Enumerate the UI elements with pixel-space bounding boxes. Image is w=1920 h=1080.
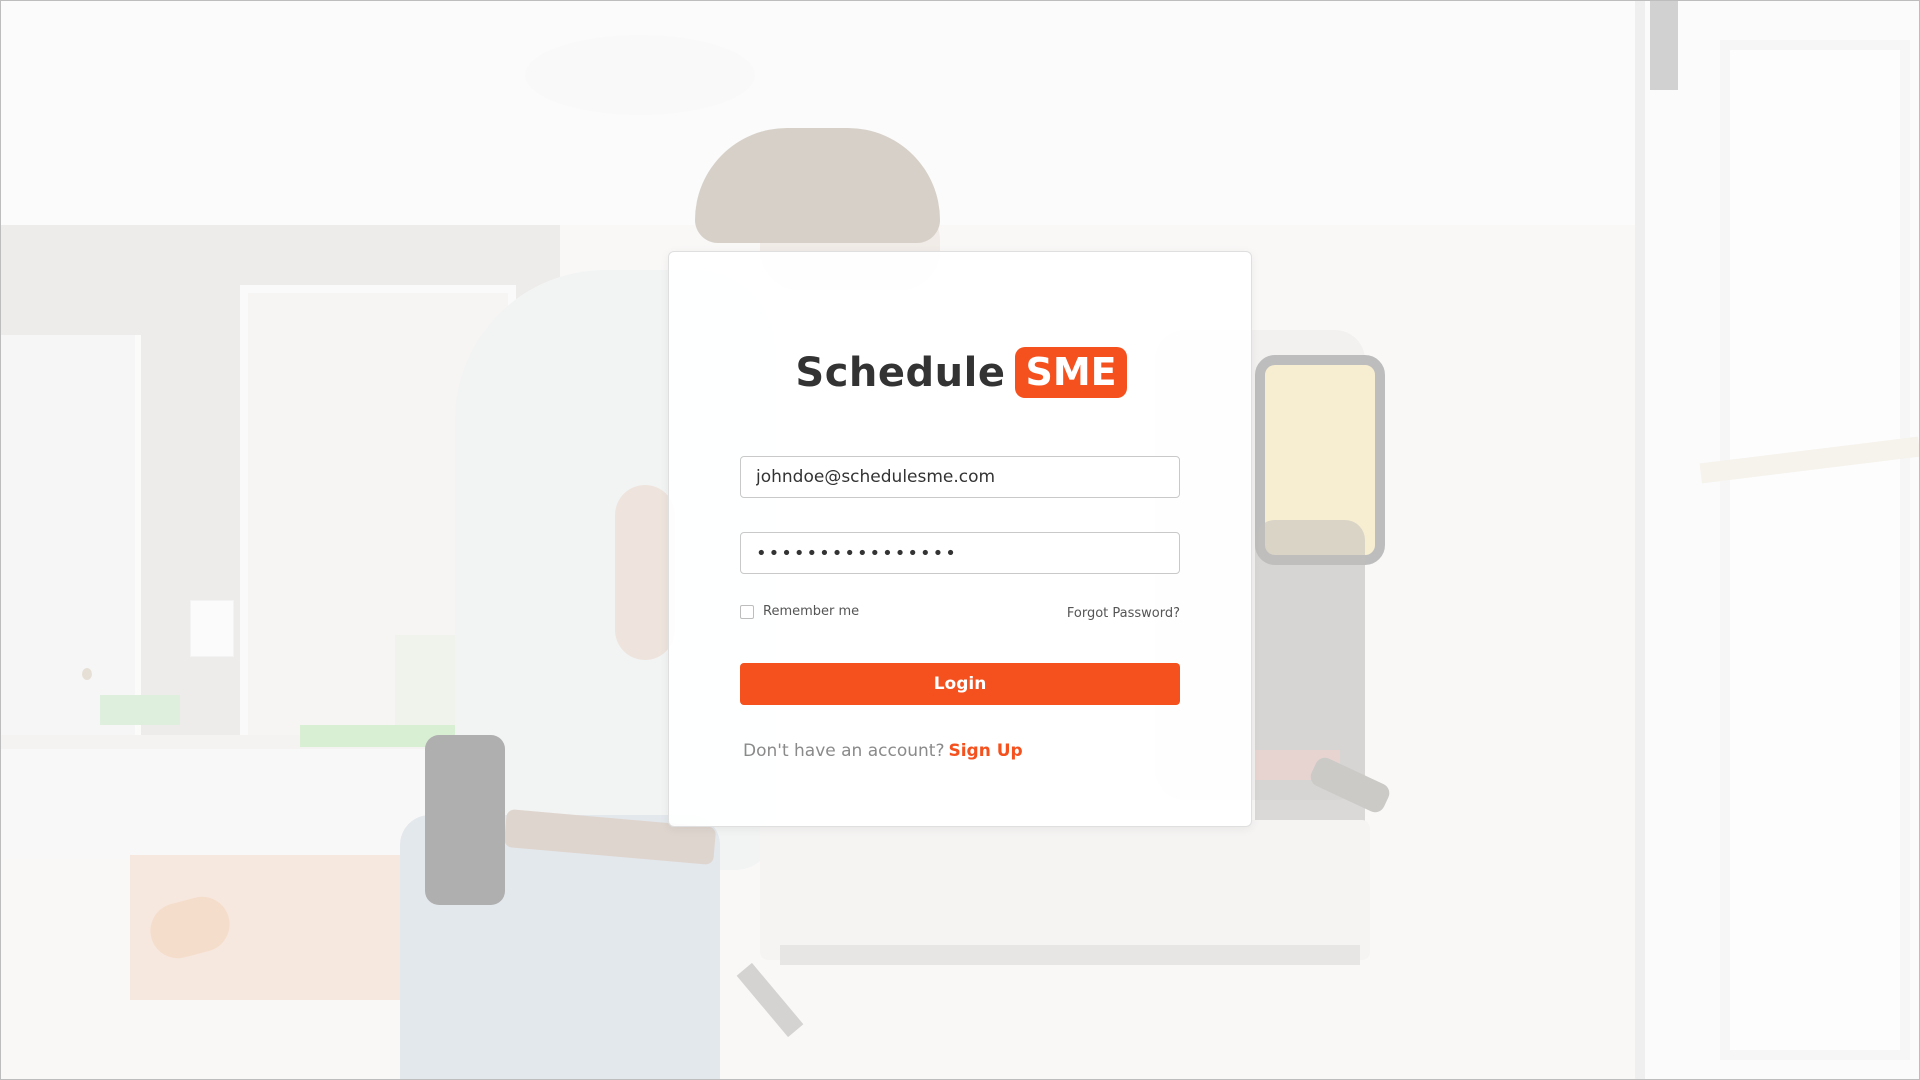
- brand-name: Schedule: [795, 349, 1006, 396]
- remember-me-checkbox[interactable]: [740, 604, 754, 619]
- no-account-text: Don't have an account?: [743, 741, 945, 761]
- signup-prompt: Don't have an account? Sign Up: [743, 741, 1023, 761]
- login-options: Remember me Forgot Password?: [740, 604, 1180, 626]
- login-button[interactable]: Login: [740, 663, 1180, 705]
- brand-badge: SME: [1015, 347, 1127, 398]
- password-field[interactable]: [740, 532, 1180, 574]
- remember-me-label: Remember me: [763, 604, 860, 619]
- brand-logo: Schedule SME: [669, 347, 1253, 398]
- sign-up-link[interactable]: Sign Up: [948, 741, 1022, 761]
- remember-me-toggle[interactable]: Remember me: [740, 604, 859, 619]
- login-card: Schedule SME Remember me Forgot Password…: [668, 251, 1252, 827]
- forgot-password-link[interactable]: Forgot Password?: [1067, 606, 1180, 621]
- email-field[interactable]: [740, 456, 1180, 498]
